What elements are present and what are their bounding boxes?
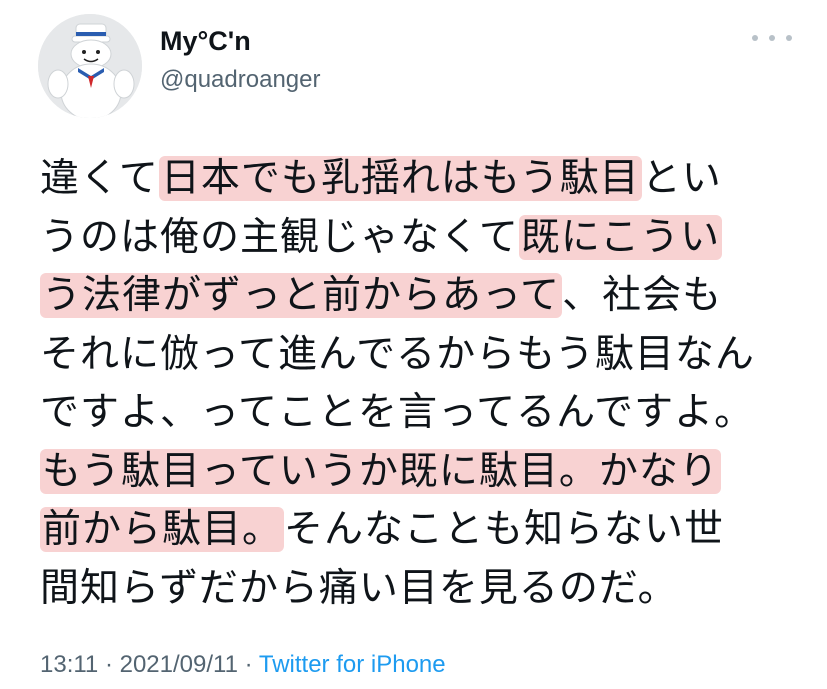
tweet-text-line: うのは俺の主観じゃなくて既にこうい — [40, 209, 800, 268]
tweet-text-line: 違くて日本でも乳揺れはもう駄目とい — [40, 150, 800, 209]
more-dots-icon — [752, 35, 758, 41]
highlighted-text: 既にこうい — [518, 214, 723, 260]
tweet-source-link[interactable]: Twitter for iPhone — [259, 651, 446, 678]
meta-separator: · — [98, 651, 120, 678]
tweet-text-segment: それに倣って進んでるからもう駄目なん — [40, 331, 755, 377]
highlighted-text: 前から駄目。 — [40, 507, 285, 552]
highlighted-text: う法律がずっと前からあって — [40, 273, 563, 318]
more-dots-icon — [769, 35, 775, 41]
tweet-text-segment: 、社会も — [562, 273, 723, 318]
tweet-text-segment: とい — [641, 156, 722, 201]
more-dots-icon — [786, 35, 792, 41]
avatar[interactable] — [38, 14, 142, 118]
tweet-text-line: もう駄目っていうか既に駄目。かなり — [40, 443, 800, 502]
author-handle[interactable]: @quadroanger — [160, 66, 320, 94]
author-display-name[interactable]: My°C'n — [160, 26, 251, 57]
tweet-time[interactable]: 13:11 — [40, 651, 98, 678]
tweet-text-line: それに倣って進んでるからもう駄目なん — [40, 326, 800, 385]
tweet-text-segment: 間知らずだから痛い目を見るのだ。 — [40, 565, 678, 611]
tweet-text-segment: ですよ、ってことを言ってるんですよ。 — [40, 390, 755, 435]
tweet-card: My°C'n @quadroanger 違くて日本でも乳揺れはもう駄目とい うのは… — [0, 0, 827, 689]
tweet-date[interactable]: 2021/09/11 — [120, 651, 238, 678]
marshmallow-mascot-icon — [38, 14, 142, 118]
tweet-text-line: ですよ、ってことを言ってるんですよ。 — [40, 384, 800, 443]
tweet-text: 違くて日本でも乳揺れはもう駄目とい うのは俺の主観じゃなくて既にこうい う法律がずっ… — [40, 150, 800, 618]
more-options-button[interactable] — [752, 26, 792, 50]
highlighted-text: 日本でも乳揺れはもう駄目 — [158, 156, 642, 201]
tweet-text-segment: うのは俺の主観じゃなくて — [40, 214, 519, 260]
tweet-text-line: う法律がずっと前からあって、社会も — [40, 267, 800, 326]
tweet-text-segment: 違くて — [40, 156, 159, 201]
tweet-text-line: 前から駄目。そんなことも知らない世 — [40, 501, 800, 560]
meta-separator: · — [237, 651, 259, 678]
tweet-text-segment: そんなことも知らない世 — [284, 507, 725, 552]
tweet-text-line: 間知らずだから痛い目を見るのだ。 — [40, 560, 800, 619]
tweet-meta: 13:11 · 2021/09/11 · Twitter for iPhone — [40, 651, 446, 679]
highlighted-text: もう駄目っていうか既に駄目。かなり — [40, 448, 721, 494]
